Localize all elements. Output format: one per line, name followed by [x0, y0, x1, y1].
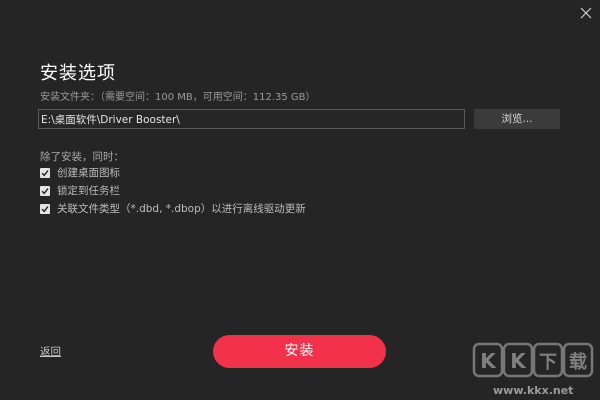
- install-folder-label: 安装文件夹：（需要空间：100 MB，可用空间：112.35 GB）: [40, 92, 316, 103]
- back-link[interactable]: 返回: [40, 345, 61, 359]
- browse-button[interactable]: 浏览...: [474, 109, 560, 129]
- install-path-input[interactable]: [38, 109, 465, 129]
- watermark-url: www.kkx.net: [493, 384, 574, 397]
- close-icon: [580, 7, 592, 19]
- page-title: 安装选项: [40, 63, 116, 84]
- watermark-logo: K K 下 载: [472, 342, 594, 378]
- pin-taskbar-checkbox[interactable]: [40, 186, 50, 196]
- svg-text:下: 下: [539, 352, 557, 373]
- file-association-checkbox[interactable]: [40, 204, 50, 214]
- checkmark-icon: [41, 206, 49, 213]
- option-label: 锁定到任务栏: [57, 185, 120, 197]
- installer-window: 安装选项 安装文件夹：（需要空间：100 MB，可用空间：112.35 GB） …: [0, 0, 600, 400]
- options-heading: 除了安装，同时：: [40, 151, 124, 163]
- desktop-icon-checkbox[interactable]: [40, 168, 50, 178]
- svg-text:K: K: [480, 349, 497, 373]
- install-button[interactable]: 安装: [213, 335, 386, 368]
- option-label: 创建桌面图标: [57, 167, 120, 179]
- checkmark-icon: [41, 188, 49, 195]
- option-pin-taskbar[interactable]: 锁定到任务栏: [40, 184, 120, 198]
- checkmark-icon: [41, 170, 49, 177]
- svg-text:K: K: [510, 349, 527, 373]
- option-desktop-icon[interactable]: 创建桌面图标: [40, 166, 120, 180]
- option-file-association[interactable]: 关联文件类型（*.dbd, *.dbop）以进行离线驱动更新: [40, 202, 306, 216]
- close-button[interactable]: [578, 5, 594, 21]
- svg-text:载: 载: [569, 351, 587, 373]
- option-label: 关联文件类型（*.dbd, *.dbop）以进行离线驱动更新: [57, 203, 306, 215]
